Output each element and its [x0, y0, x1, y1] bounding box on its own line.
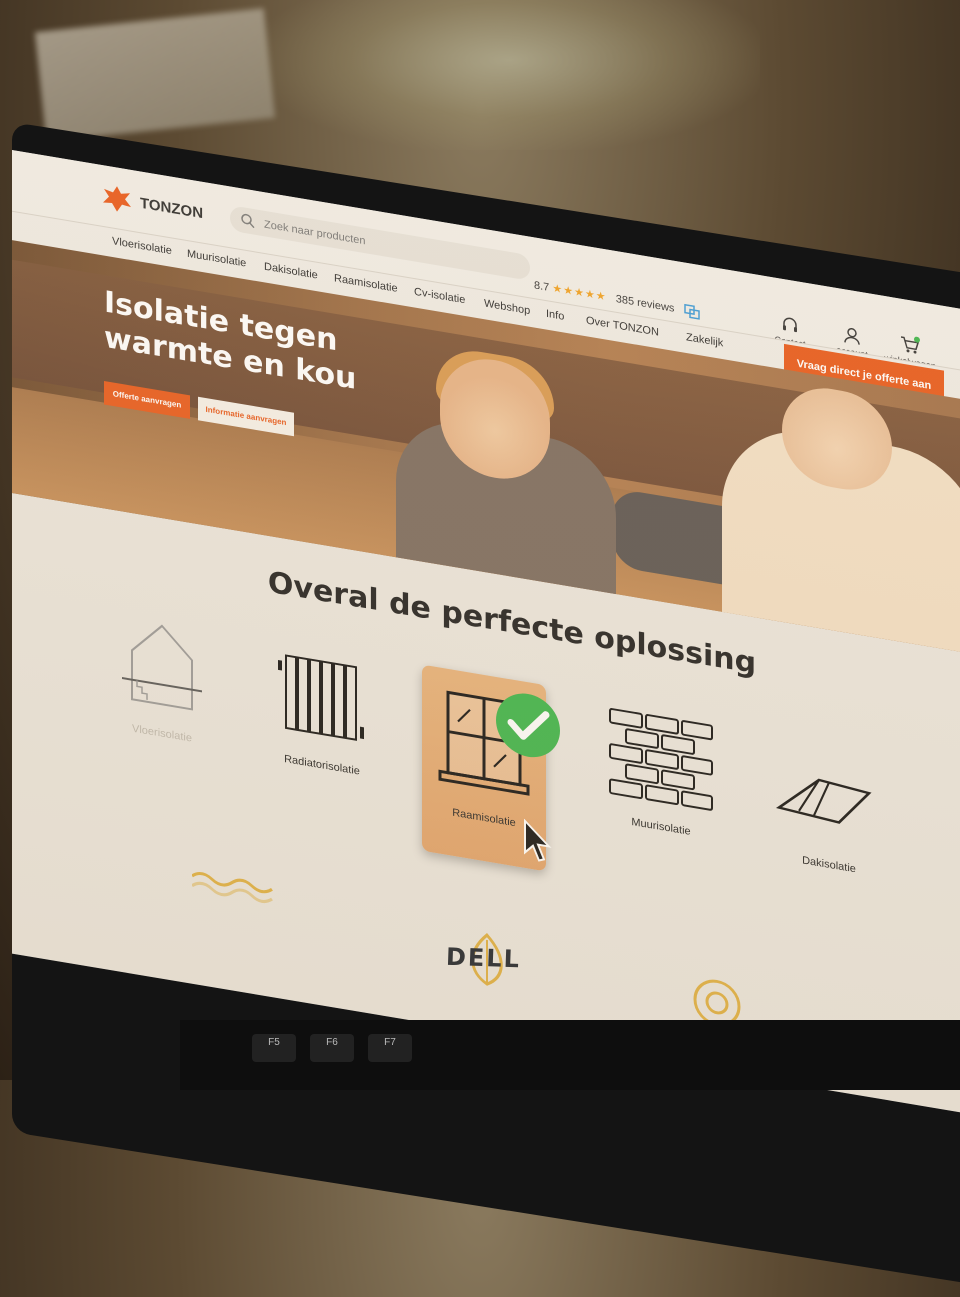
mouse-cursor-icon [524, 818, 552, 862]
key-f7: F7 [368, 1034, 412, 1062]
solution-dakisolatie[interactable]: Dakisolatie [764, 736, 894, 924]
roof-icon [775, 778, 872, 824]
solution-label: Dakisolatie [802, 854, 856, 876]
house-floor-icon [122, 624, 202, 711]
nav-webshop[interactable]: Webshop [484, 298, 530, 318]
background-paper [34, 8, 276, 142]
rating-stars: ★★★★★ [552, 282, 607, 304]
logo-icon[interactable] [102, 183, 132, 215]
solution-radiatorisolatie[interactable]: Radiatorisolatie [262, 638, 382, 825]
solution-raamisolatie[interactable]: Raamisolatie [422, 664, 560, 872]
laptop-screen: TONZON 8.7 ★★★★★ 385 reviews [12, 150, 960, 1121]
nav-muurisolatie[interactable]: Muurisolatie [187, 248, 246, 270]
solution-label: Radiatorisolatie [284, 753, 360, 778]
nav-vloerisolatie[interactable]: Vloerisolatie [112, 235, 172, 257]
solution-vloerisolatie[interactable]: Vloerisolatie [102, 606, 222, 793]
wave-decoration-icon [192, 872, 273, 904]
solution-label: Vloerisolatie [132, 722, 192, 745]
reviews-logo-icon [683, 303, 700, 320]
rating-score: 8.7 [534, 279, 550, 294]
key-f5: F5 [252, 1034, 296, 1062]
search-icon[interactable] [240, 212, 256, 230]
cart-icon [901, 336, 920, 354]
dell-logo: DELL [445, 942, 522, 974]
solution-muurisolatie[interactable]: Muurisolatie [596, 699, 726, 887]
nav-raamisolatie[interactable]: Raamisolatie [334, 272, 398, 294]
nav-info[interactable]: Info [546, 308, 564, 323]
headset-icon [783, 317, 797, 333]
reviews-count[interactable]: 385 reviews [616, 293, 675, 315]
nav-dakisolatie[interactable]: Dakisolatie [264, 261, 318, 282]
logo-text[interactable]: TONZON [140, 195, 203, 222]
nav-over-tonzon[interactable]: Over TONZON [586, 315, 659, 339]
nav-cv-isolatie[interactable]: Cv-isolatie [414, 286, 465, 306]
radiator-icon [278, 654, 364, 741]
key-f6: F6 [310, 1034, 354, 1062]
brick-wall-icon [609, 708, 713, 811]
background-vase [260, 0, 760, 150]
check-badge-icon [496, 693, 560, 758]
solution-label: Muurisolatie [631, 816, 691, 838]
nav-zakelijk[interactable]: Zakelijk [686, 331, 723, 349]
user-icon [844, 327, 860, 345]
